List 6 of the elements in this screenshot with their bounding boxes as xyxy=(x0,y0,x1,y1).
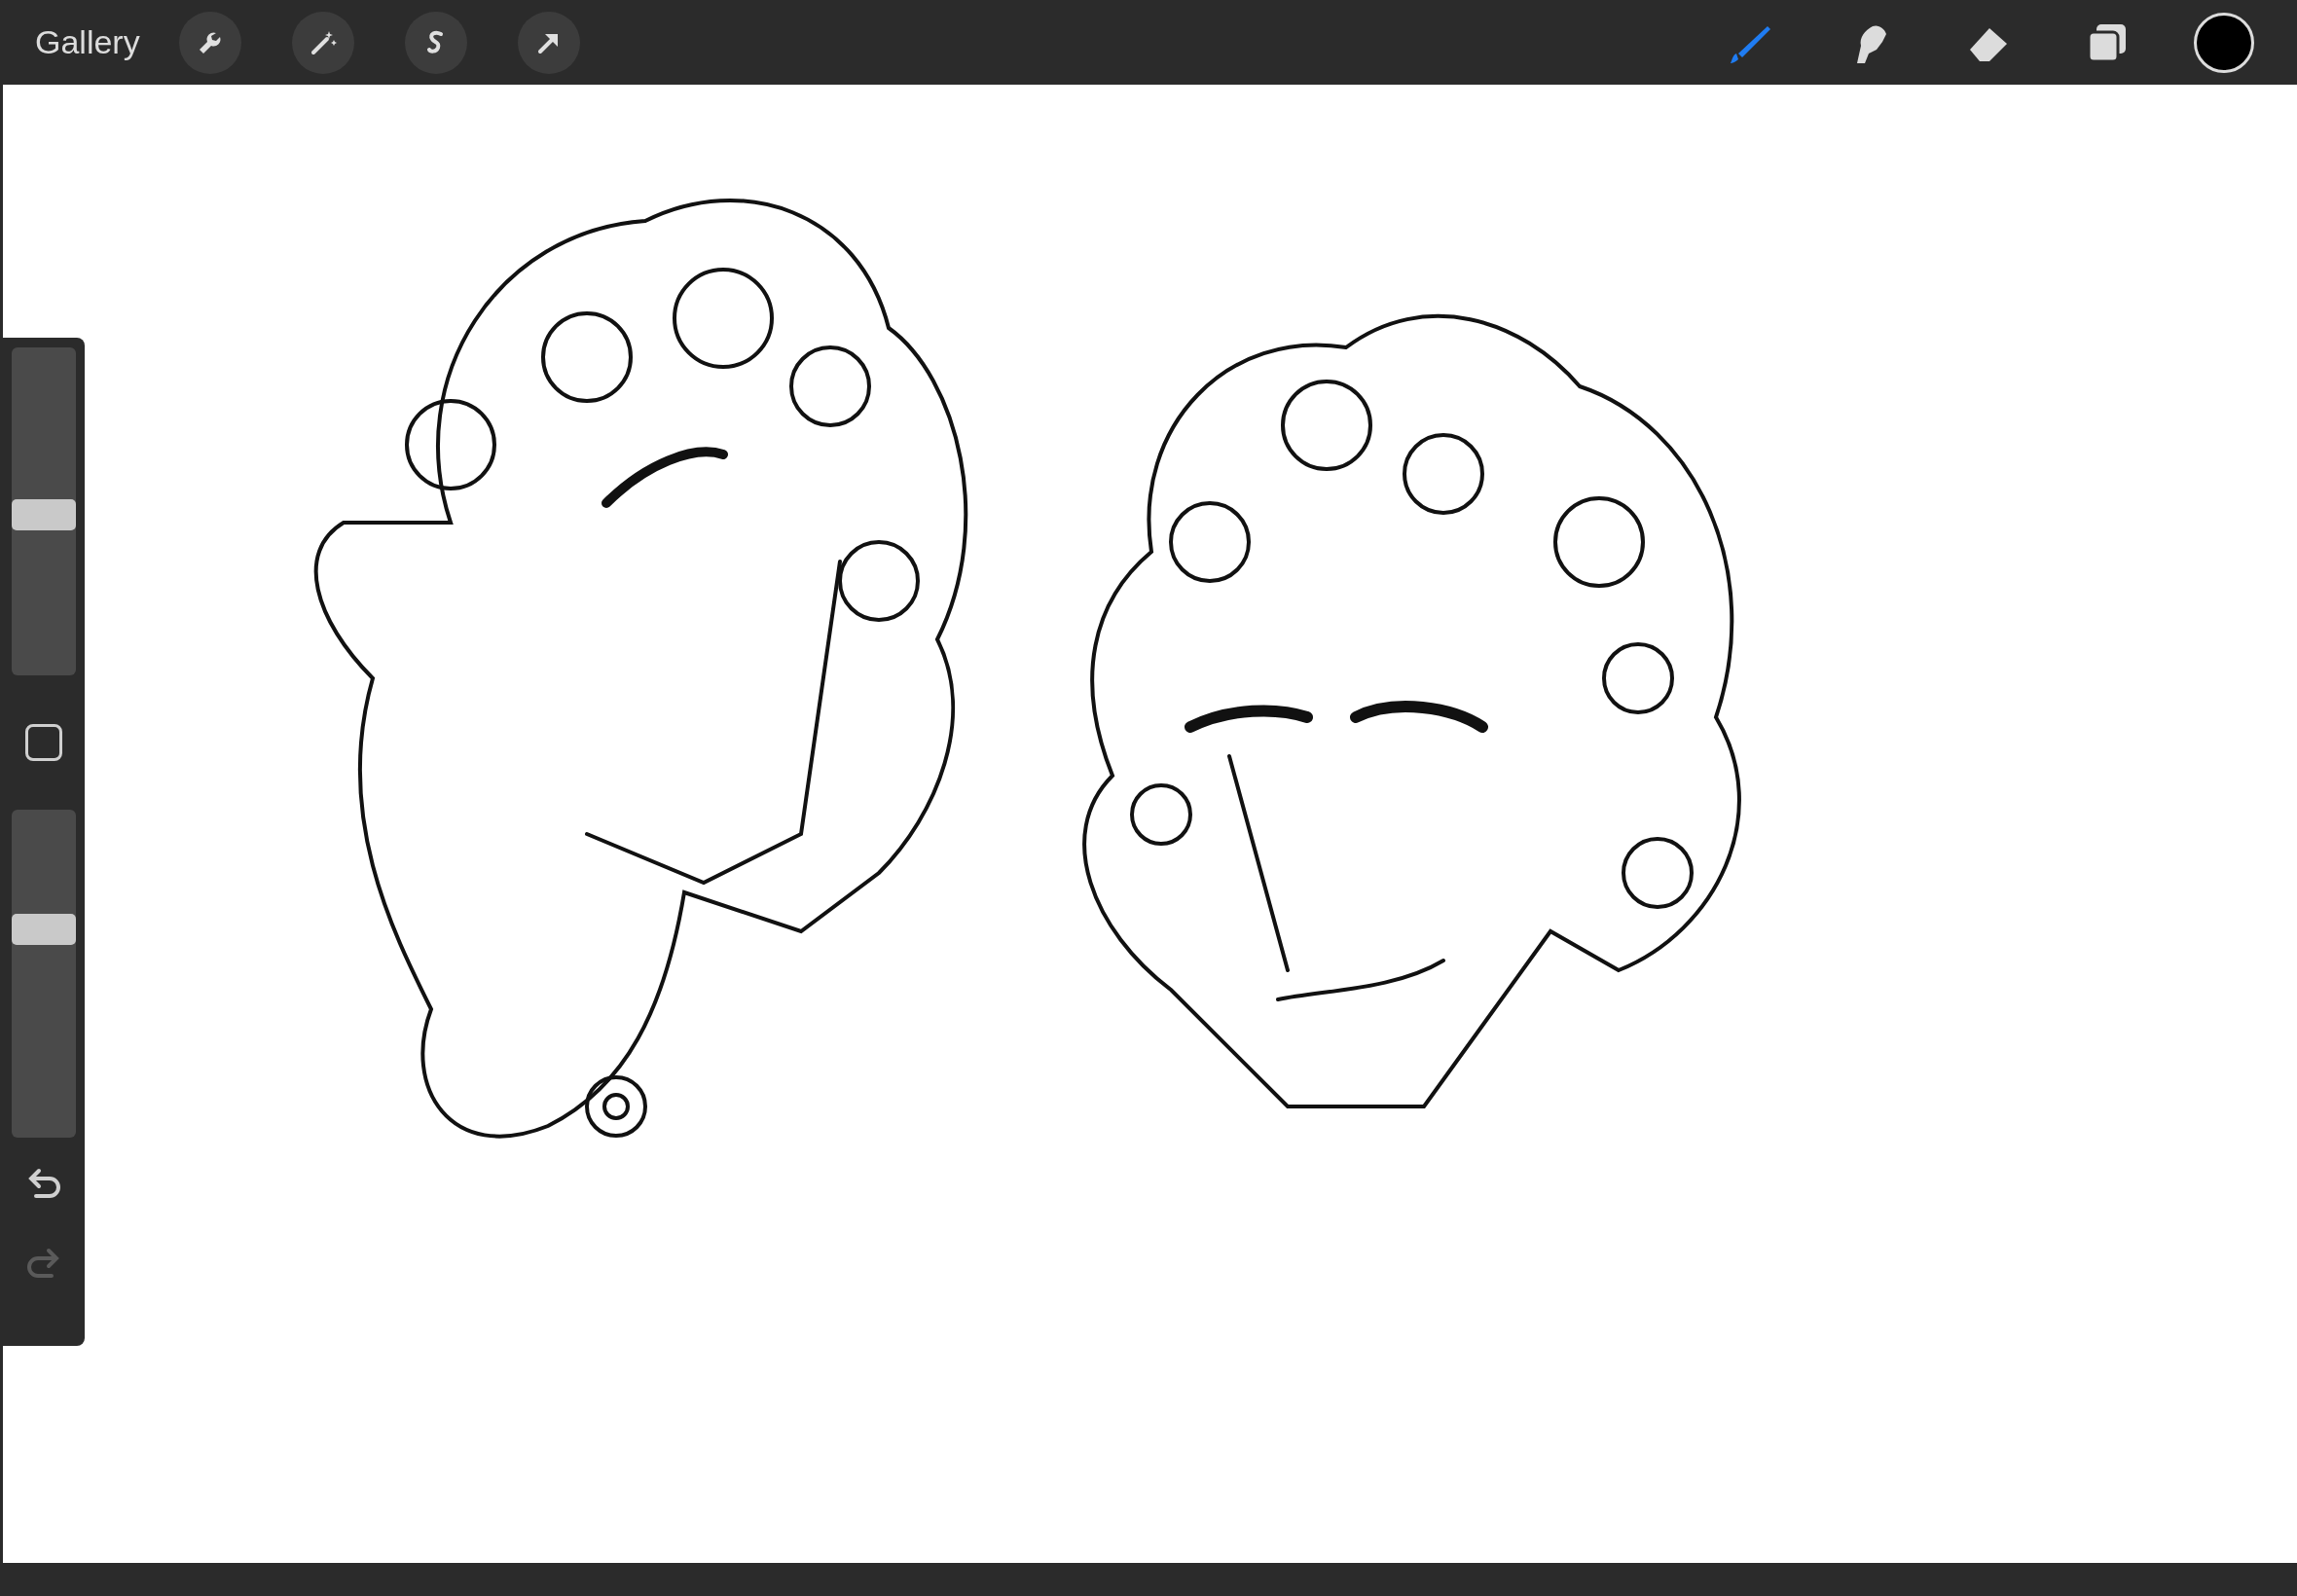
slider-thumb[interactable] xyxy=(12,913,76,945)
brush-size-slider[interactable] xyxy=(12,347,76,675)
gallery-button[interactable]: Gallery xyxy=(35,18,140,67)
slider-thumb[interactable] xyxy=(12,498,76,530)
modify-button[interactable] xyxy=(25,724,62,761)
opacity-slider[interactable] xyxy=(12,810,76,1138)
